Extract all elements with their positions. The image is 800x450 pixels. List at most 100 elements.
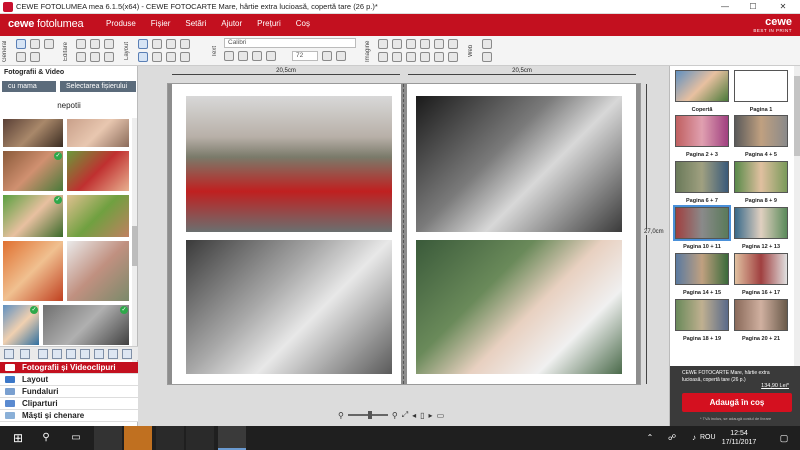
photo-thumbnail[interactable] [2,240,64,302]
page-spread[interactable] [168,84,640,384]
photo-bw-street[interactable] [416,96,622,232]
web-upload-icon[interactable] [482,52,492,62]
pages-scrollbar[interactable] [794,66,800,366]
photo-women-red-coats[interactable] [186,96,392,232]
align-text-icon[interactable] [266,51,276,61]
menu-preturi[interactable]: Prețuri [257,19,281,28]
menu-produse[interactable]: Produse [106,19,136,28]
minimize-button[interactable]: — [714,0,736,14]
view-small-icon[interactable] [38,349,48,359]
nav-photos-videos[interactable]: Fotografii și Videoclipuri [0,362,138,374]
photo-thumbnail[interactable] [66,194,130,238]
photo-thumbnail[interactable] [66,118,130,148]
rotate-right-icon[interactable] [90,52,100,62]
notifications-icon[interactable]: ▢ [770,426,798,450]
search-people-icon[interactable] [20,349,30,359]
cut-icon[interactable] [76,39,86,49]
image-frame-icon[interactable] [406,52,416,62]
copy-icon[interactable] [90,39,100,49]
task-view-icon[interactable]: ▭ [62,426,90,450]
scrollbar-thumb[interactable] [794,76,800,156]
image-effect-icon[interactable] [406,39,416,49]
select-file-button[interactable]: Selectarea fișierului [60,81,136,92]
cewe-app-icon[interactable] [218,426,246,450]
settings-icon[interactable] [30,52,40,62]
image-contrast-icon[interactable] [434,52,444,62]
image-crop-icon[interactable] [392,39,402,49]
person-icon[interactable] [4,349,14,359]
page-thumb-4-5[interactable] [734,115,788,147]
image-flip-icon[interactable] [378,52,388,62]
menu-fisier[interactable]: Fișier [151,19,171,28]
rotate-left-icon[interactable] [76,52,86,62]
bold-icon[interactable] [224,51,234,61]
page-thumb-2-3[interactable] [675,115,729,147]
new-project-icon[interactable] [16,39,26,49]
underline-icon[interactable] [252,51,262,61]
arrange-icon[interactable] [166,39,176,49]
image-redeye-icon[interactable] [448,39,458,49]
save-icon[interactable] [30,39,40,49]
zoom-in-icon[interactable]: ⚲ [392,411,398,420]
photo-thumbnail[interactable] [2,118,64,148]
print-icon[interactable] [44,39,54,49]
page-thumb-8-9[interactable] [734,161,788,193]
page-thumb-16-17[interactable] [734,253,788,285]
page-thumb-1[interactable] [734,70,788,102]
page-thumb-14-15[interactable] [675,253,729,285]
image-edit-icon[interactable] [378,39,388,49]
menu-ajutor[interactable]: Ajutor [221,19,242,28]
nav-cliparts[interactable]: Cliparturi [0,398,138,410]
web-share-icon[interactable] [482,39,492,49]
menu-cos[interactable]: Coș [296,19,310,28]
photo-thumbnail[interactable]: ✓ [2,150,64,192]
photo-thumbnail[interactable]: ✓ [42,304,130,346]
image-brightness-icon[interactable] [420,52,430,62]
page-thumb-12-13[interactable] [734,207,788,239]
cart-price[interactable]: 134,90 Lei* [761,383,789,389]
shadow-icon[interactable] [152,52,162,62]
maximize-button[interactable]: ☐ [742,0,764,14]
page-thumb-10-11[interactable] [675,207,729,239]
undo-icon[interactable] [16,52,26,62]
frame-icon[interactable] [138,52,148,62]
page-view-icon[interactable]: ▯ [420,411,424,420]
view-large-icon[interactable] [66,349,76,359]
font-size-input[interactable]: 72 [292,51,318,61]
menu-setari[interactable]: Setări [185,19,206,28]
zoom-out-icon[interactable]: ⚲ [338,411,344,420]
excel-icon[interactable] [186,426,214,450]
next-page-icon[interactable]: ▸ [429,411,433,420]
view-medium-icon[interactable] [52,349,62,359]
close-button[interactable]: ✕ [772,0,794,14]
prev-page-icon[interactable]: ◂ [412,411,416,420]
file-explorer-icon[interactable] [94,426,122,450]
font-shrink-icon[interactable] [336,51,346,61]
italic-icon[interactable] [238,51,248,61]
zoom-slider[interactable] [347,411,388,419]
nav-backgrounds[interactable]: Fundaluri [0,386,138,398]
scrollbar-thumb[interactable] [132,226,137,266]
nav-masks-frames[interactable]: Măști și chenare [0,410,138,422]
clock[interactable]: 12:54 17/11/2017 [714,429,764,447]
filter-icon[interactable] [94,349,104,359]
nav-layout[interactable]: Layout [0,374,138,386]
image-color-icon[interactable] [434,39,444,49]
font-select[interactable]: Calibri [224,38,356,48]
font-grow-icon[interactable] [322,51,332,61]
sort-icon[interactable] [80,349,90,359]
fit-screen-icon[interactable]: ⤢ [402,410,408,420]
layer-icon[interactable] [180,52,190,62]
page-thumb-20-21[interactable] [734,299,788,331]
photo-thumbnail[interactable] [66,240,130,302]
layout-grid-icon[interactable] [138,39,148,49]
folder-cu-mama-button[interactable]: cu mama [2,81,56,92]
photo-women-sunglasses[interactable] [416,240,622,374]
photo-bw-bridge[interactable] [186,240,392,374]
page-thumb-6-7[interactable] [675,161,729,193]
windows-start-icon[interactable]: ⊞ [4,426,32,450]
add-to-cart-button[interactable]: Adaugă în coș [682,393,792,412]
rotate-icon[interactable] [108,349,118,359]
image-reset-icon[interactable] [448,52,458,62]
page-thumb-cover[interactable] [675,70,729,102]
